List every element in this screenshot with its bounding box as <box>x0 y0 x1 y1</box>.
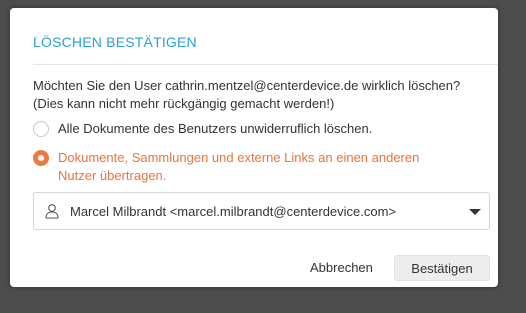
message-line-1: Möchten Sie den User cathrin.mentzel@cen… <box>33 78 461 93</box>
selected-user-value: Marcel Milbrandt <marcel.milbrandt@cente… <box>70 203 397 219</box>
dialog-title: LÖSCHEN BESTÄTIGEN <box>33 34 197 50</box>
option-transfer-documents[interactable]: Dokumente, Sammlungen und externe Links … <box>33 149 419 185</box>
title-divider <box>33 64 498 65</box>
option-transfer-label-line-1: Dokumente, Sammlungen und externe Links … <box>58 150 420 165</box>
confirm-button[interactable]: Bestätigen <box>394 255 490 281</box>
option-transfer-label-line-2: Nutzer übertragen. <box>58 168 167 183</box>
user-icon <box>45 204 59 219</box>
message-line-2: (Dies kann nicht mehr rückgängig gemacht… <box>33 96 335 111</box>
dialog-message: Möchten Sie den User cathrin.mentzel@cen… <box>33 77 460 113</box>
option-transfer-label: Dokumente, Sammlungen und externe Links … <box>58 149 419 185</box>
chevron-down-icon[interactable] <box>469 209 481 215</box>
radio-delete-all[interactable] <box>33 121 49 137</box>
confirm-delete-dialog: LÖSCHEN BESTÄTIGEN Möchten Sie den User … <box>10 8 498 287</box>
modal-backdrop: LÖSCHEN BESTÄTIGEN Möchten Sie den User … <box>0 0 526 313</box>
option-delete-all-documents[interactable]: Alle Dokumente des Benutzers unwiderrufl… <box>33 120 372 138</box>
radio-transfer[interactable] <box>33 150 49 166</box>
transfer-user-select[interactable]: Marcel Milbrandt <marcel.milbrandt@cente… <box>33 192 490 230</box>
option-delete-all-label: Alle Dokumente des Benutzers unwiderrufl… <box>58 121 373 136</box>
cancel-button[interactable]: Abbrechen <box>310 260 373 275</box>
